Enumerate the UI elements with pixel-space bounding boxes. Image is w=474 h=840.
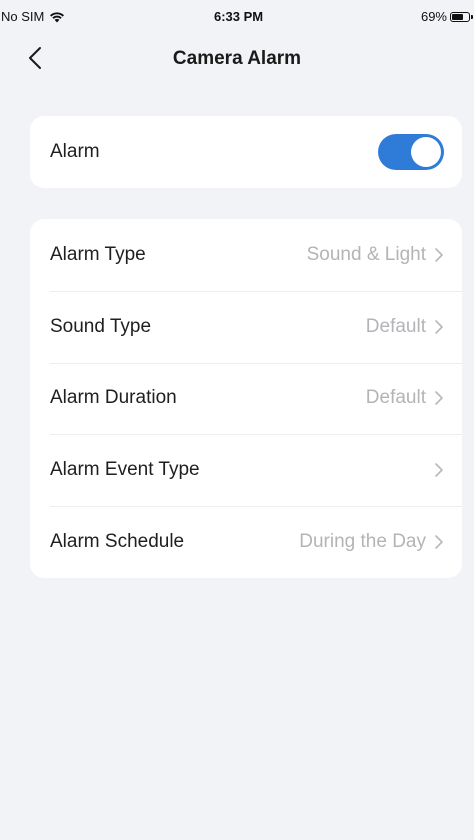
settings-row-label: Alarm Event Type — [50, 459, 200, 481]
chevron-right-icon — [435, 319, 443, 334]
toggle-knob — [411, 137, 441, 167]
settings-row-alarm-duration[interactable]: Alarm Duration Default — [30, 362, 462, 435]
settings-row-value: Sound & Light — [306, 243, 426, 265]
status-bar-right: 69% — [420, 9, 473, 24]
settings-row-alarm-type[interactable]: Alarm Type Sound & Light — [30, 219, 462, 291]
navigation-bar: Camera Alarm — [0, 36, 474, 82]
settings-row-value: During the Day — [299, 531, 426, 553]
settings-row-sound-type[interactable]: Sound Type Default — [30, 290, 462, 363]
carrier-label: No SIM — [1, 9, 45, 24]
alarm-row: Alarm — [30, 116, 462, 188]
chevron-right-icon — [435, 535, 443, 549]
alarm-card: Alarm — [30, 116, 462, 188]
chevron-right-icon — [435, 248, 443, 262]
settings-row-value: Default — [365, 387, 426, 409]
battery-fill — [452, 13, 464, 20]
alarm-toggle[interactable] — [378, 134, 444, 170]
alarm-label: Alarm — [50, 141, 100, 162]
settings-row-value: Default — [365, 315, 426, 337]
status-bar: No SIM 6:33 PM 69% — [0, 0, 474, 36]
settings-row-alarm-schedule[interactable]: Alarm Schedule During the Day — [30, 506, 462, 578]
chevron-right-icon — [435, 391, 443, 406]
settings-row-alarm-event-type[interactable]: Alarm Event Type — [30, 434, 462, 506]
chevron-right-icon — [435, 463, 443, 478]
wifi-icon — [50, 11, 65, 22]
status-bar-time: 6:33 PM — [214, 9, 264, 24]
alarm-settings-card: Alarm Type Sound & Light Sound Type Defa… — [30, 219, 462, 578]
settings-row-label: Alarm Type — [50, 243, 146, 265]
settings-row-label: Sound Type — [50, 315, 152, 337]
page-title: Camera Alarm — [172, 48, 302, 69]
settings-row-label: Alarm Schedule — [50, 531, 185, 553]
battery-percent: 69% — [420, 9, 447, 24]
battery-icon — [450, 11, 473, 22]
status-bar-left: No SIM — [1, 9, 65, 24]
settings-row-label: Alarm Duration — [50, 387, 177, 409]
